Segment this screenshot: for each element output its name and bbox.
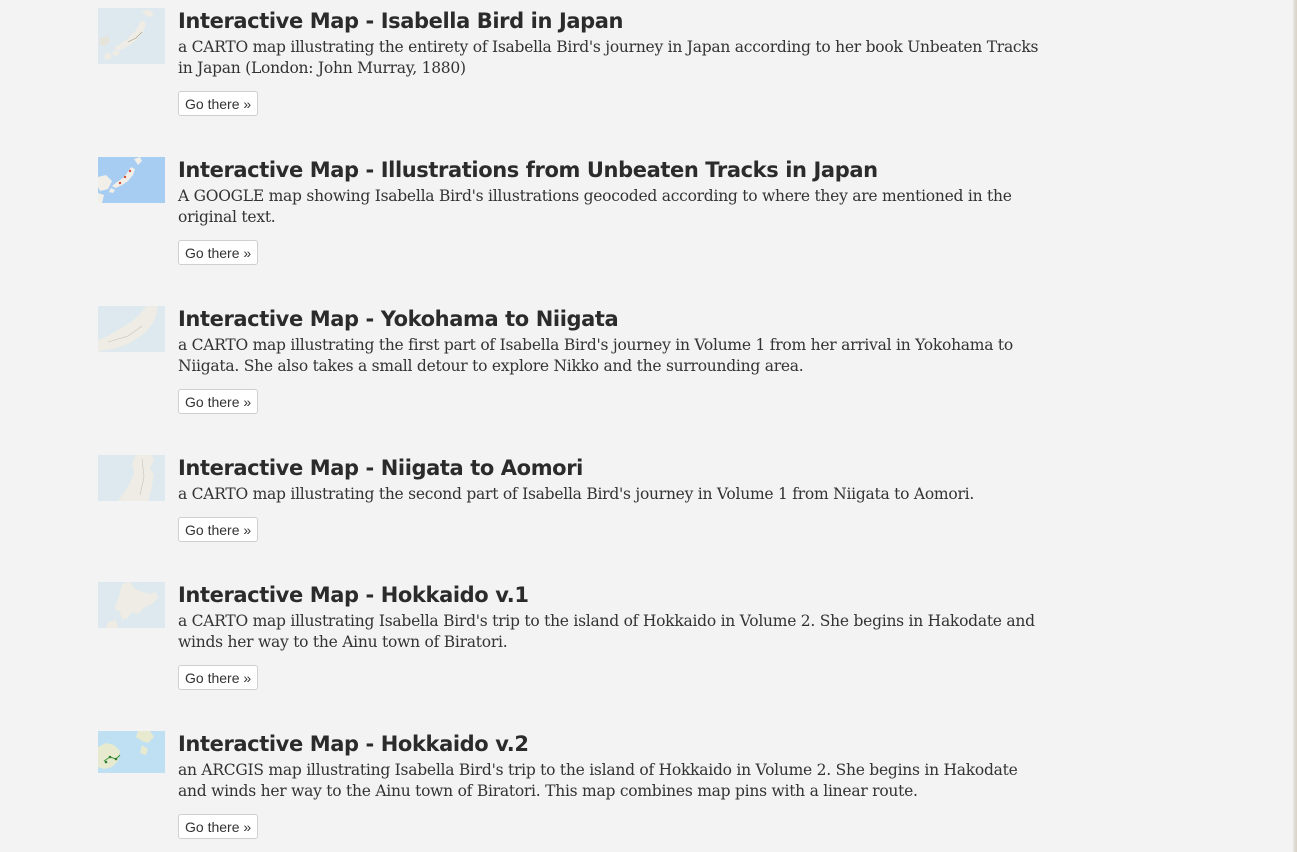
item-description: a CARTO map illustrating the entirety of… [178, 38, 1039, 77]
list-item-body: Interactive Map - Illustrations from Unb… [178, 157, 1058, 265]
item-title: Interactive Map - Isabella Bird in Japan [178, 9, 624, 33]
item-title: Interactive Map - Niigata to Aomori [178, 456, 583, 480]
item-title: Interactive Map - Hokkaido v.2 [178, 732, 529, 756]
list-item-body: Interactive Map - Hokkaido v.2 an ARCGIS… [178, 731, 1058, 839]
list-item-body: Interactive Map - Isabella Bird in Japan… [178, 8, 1058, 116]
go-there-button[interactable]: Go there » [178, 389, 259, 414]
item-title: Interactive Map - Illustrations from Unb… [178, 158, 878, 182]
list-item-body: Interactive Map - Yokohama to Niigata a … [178, 306, 1058, 414]
japan-map-thumbnail-icon[interactable] [98, 8, 165, 64]
go-there-button[interactable]: Go there » [178, 91, 259, 116]
go-there-button[interactable]: Go there » [178, 240, 259, 265]
go-there-button[interactable]: Go there » [178, 517, 259, 542]
item-description: a CARTO map illustrating the second part… [178, 485, 974, 503]
go-there-button[interactable]: Go there » [178, 814, 259, 839]
list-item-body: Interactive Map - Hokkaido v.1 a CARTO m… [178, 582, 1058, 690]
honshu-map-thumbnail-icon[interactable] [98, 306, 165, 352]
north-honshu-map-thumbnail-icon[interactable] [98, 455, 165, 501]
arcgis-map-thumbnail-icon[interactable] [98, 731, 165, 773]
page-edge-border [1293, 0, 1297, 852]
list-item-body: Interactive Map - Niigata to Aomori a CA… [178, 455, 1058, 542]
item-description: an ARCGIS map illustrating Isabella Bird… [178, 761, 1018, 800]
google-map-thumbnail-icon[interactable] [98, 157, 165, 203]
go-there-button[interactable]: Go there » [178, 665, 259, 690]
item-description: a CARTO map illustrating Isabella Bird's… [178, 612, 1035, 651]
item-description: A GOOGLE map showing Isabella Bird's ill… [178, 187, 1012, 226]
item-title: Interactive Map - Yokohama to Niigata [178, 307, 619, 331]
item-title: Interactive Map - Hokkaido v.1 [178, 583, 529, 607]
hokkaido-map-thumbnail-icon[interactable] [98, 582, 165, 628]
item-description: a CARTO map illustrating the first part … [178, 336, 1013, 375]
